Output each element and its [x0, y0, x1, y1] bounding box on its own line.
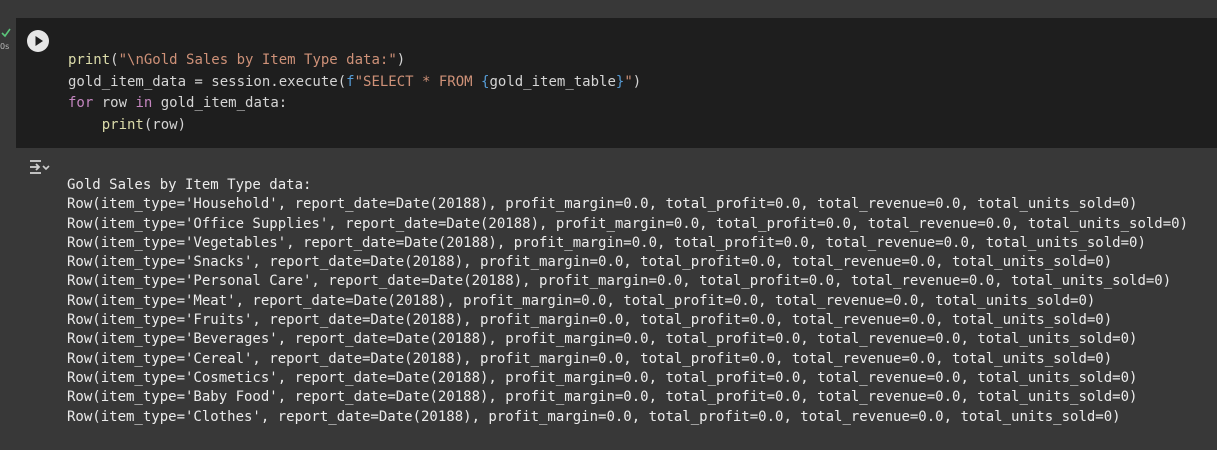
output-header: Gold Sales by Item Type data: — [67, 177, 312, 193]
output-row: Row(item_type='Household', report_date=D… — [67, 196, 1138, 213]
execution-status: 0s — [0, 28, 14, 58]
output-row: Row(item_type='Cereal', report_date=Date… — [67, 350, 1113, 367]
output-row: Row(item_type='Personal Care', report_da… — [67, 273, 1172, 290]
code-line-2: gold_item_data = session.execute(f"SELEC… — [68, 73, 642, 90]
output-row: Row(item_type='Snacks', report_date=Date… — [67, 254, 1113, 271]
output-row: Row(item_type='Fruits', report_date=Date… — [67, 312, 1113, 329]
output-menu-icon[interactable] — [28, 156, 50, 178]
output-row: Row(item_type='Cosmetics', report_date=D… — [67, 369, 1138, 386]
output-row: Row(item_type='Vegetables', report_date=… — [67, 234, 1146, 251]
code-line-1: print("\nGold Sales by Item Type data:") — [68, 52, 406, 68]
output-row: Row(item_type='Baby Food', report_date=D… — [67, 389, 1138, 406]
output-row: Row(item_type='Clothes', report_date=Dat… — [67, 408, 1121, 425]
check-icon — [1, 28, 11, 38]
code-line-4: print(row) — [101, 116, 187, 133]
code-editor[interactable]: print("\nGold Sales by Item Type data:")… — [68, 50, 641, 136]
code-line-3: for row in gold_item_data: — [68, 95, 288, 111]
play-icon — [35, 36, 43, 46]
output-row: Row(item_type='Office Supplies', report_… — [67, 215, 1189, 232]
execution-time: 0s — [0, 42, 10, 51]
output-row: Row(item_type='Beverages', report_date=D… — [67, 331, 1138, 348]
cell-output: Gold Sales by Item Type data: Row(item_ty… — [67, 176, 1188, 427]
output-row: Row(item_type='Meat', report_date=Date(2… — [67, 292, 1096, 309]
top-strip — [0, 0, 1217, 18]
run-cell-button[interactable] — [27, 30, 49, 52]
